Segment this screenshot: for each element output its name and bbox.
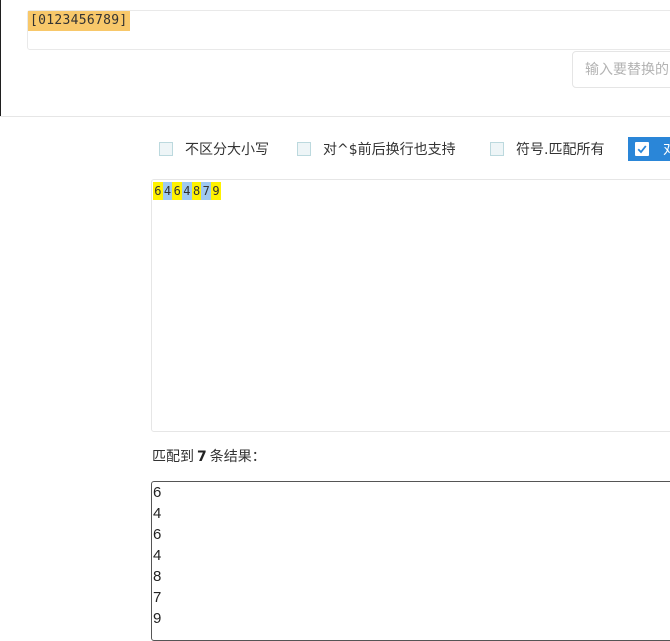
- option-label: 对: [663, 139, 670, 159]
- option-multiline[interactable]: 对^$前后换行也支持: [297, 137, 456, 161]
- regex-input[interactable]: [0123456789]: [27, 10, 670, 50]
- result-item: 7: [153, 589, 162, 606]
- match-char: 4: [182, 182, 192, 200]
- result-item: 6: [153, 526, 162, 543]
- left-edge-rule: [0, 0, 1, 117]
- match-char: 8: [191, 182, 202, 200]
- match-count: 7: [197, 449, 207, 465]
- result-item: 4: [153, 547, 162, 564]
- checkbox-checked[interactable]: [635, 142, 649, 156]
- match-char: 6: [153, 182, 163, 200]
- option-label: 符号.匹配所有: [516, 142, 605, 158]
- option-dotall[interactable]: 符号.匹配所有: [490, 137, 604, 161]
- checkbox[interactable]: [297, 142, 311, 156]
- checkbox[interactable]: [490, 142, 504, 156]
- summary-suffix: 条结果：: [209, 449, 266, 465]
- result-item: 6: [153, 484, 162, 501]
- result-item: 4: [153, 505, 162, 522]
- replace-input[interactable]: [572, 51, 670, 88]
- summary-prefix: 匹配到: [152, 449, 194, 465]
- option-label: 对^$前后换行也支持: [323, 142, 456, 158]
- result-item: 8: [153, 568, 162, 585]
- checkbox[interactable]: [159, 142, 173, 156]
- result-item: 9: [153, 610, 162, 627]
- result-summary: 匹配到 7 条结果：: [152, 447, 266, 467]
- match-char: 9: [211, 182, 221, 200]
- test-text-area[interactable]: 6464879: [151, 179, 670, 432]
- option-label: 不区分大小写: [185, 142, 269, 158]
- option-checked[interactable]: 对: [628, 137, 670, 161]
- match-char: 4: [162, 182, 173, 200]
- option-case-insensitive[interactable]: 不区分大小写: [159, 137, 269, 161]
- match-char: 7: [201, 182, 212, 200]
- match-char: 6: [172, 182, 183, 200]
- test-text-line: 6464879: [153, 182, 221, 200]
- section-divider: [0, 116, 670, 117]
- regex-pattern: [0123456789]: [28, 11, 130, 31]
- results-list[interactable]: 6 4 6 4 8 7 9: [151, 481, 670, 641]
- checkmark-icon: [637, 145, 647, 154]
